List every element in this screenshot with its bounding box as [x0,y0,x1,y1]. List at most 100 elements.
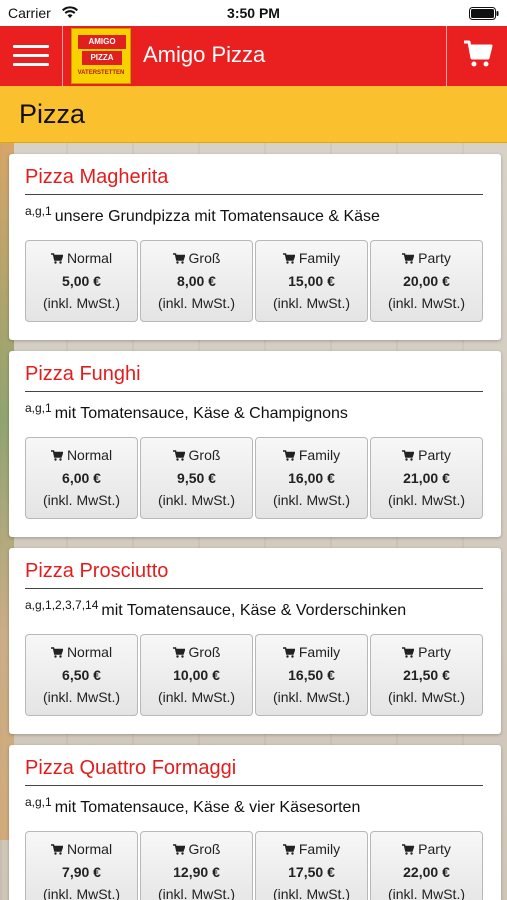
add-to-cart-button[interactable]: Family 17,50 € (inkl. MwSt.) [255,831,368,900]
tax-note: (inkl. MwSt.) [273,492,350,508]
shopping-cart-icon [172,647,185,658]
price-label: 21,00 € [403,470,450,486]
product-name: Pizza Quattro Formaggi [25,757,237,779]
app-title: Amigo Pizza [143,42,266,67]
price-label: 16,00 € [288,470,335,486]
shopping-cart-icon [282,253,295,264]
size-label: Family [298,250,341,266]
price-label: 12,90 € [173,864,220,880]
tax-note: (inkl. MwSt.) [158,689,235,705]
size-label: Groß [188,644,221,660]
size-label: Normal [66,644,113,660]
size-label: Party [418,250,451,266]
tax-note: (inkl. MwSt.) [43,689,120,705]
shopping-cart-icon [402,647,415,658]
description-text: mit Tomatensauce, Käse & Vorderschinken [101,602,407,619]
allergen-codes: a,g,1 [25,204,52,218]
divider [25,391,483,392]
price-label: 10,00 € [173,667,220,683]
shopping-cart-icon [282,647,295,658]
divider [25,588,483,589]
allergen-codes: a,g,1 [25,401,52,415]
tax-note: (inkl. MwSt.) [273,886,350,900]
price-label: 6,50 € [62,667,101,683]
price-options: Normal 6,50 € (inkl. MwSt.) Groß 10,00 €… [25,634,483,716]
add-to-cart-button[interactable]: Party 22,00 € (inkl. MwSt.) [370,831,483,900]
product-card: Pizza Quattro Formaggi a,g,1 mit Tomatens… [9,745,501,900]
tax-note: (inkl. MwSt.) [273,295,350,311]
size-label: Groß [188,447,221,463]
divider [25,785,483,786]
tax-note: (inkl. MwSt.) [273,689,350,705]
tax-note: (inkl. MwSt.) [43,295,120,311]
navigation-bar: AMIGO PIZZA VATERSTETTEN Amigo Pizza [0,26,507,86]
tax-note: (inkl. MwSt.) [388,689,465,705]
tax-note: (inkl. MwSt.) [158,295,235,311]
add-to-cart-button[interactable]: Groß 12,90 € (inkl. MwSt.) [140,831,253,900]
price-label: 5,00 € [62,273,101,289]
shopping-cart-icon [172,450,185,461]
shopping-cart-icon [172,844,185,855]
description-text: mit Tomatensauce, Käse & Champignons [54,405,348,422]
add-to-cart-button[interactable]: Family 15,00 € (inkl. MwSt.) [255,240,368,322]
section-title: Pizza [19,99,86,129]
price-label: 9,50 € [177,470,216,486]
battery-icon [469,7,499,20]
size-label: Normal [66,250,113,266]
cart-button[interactable] [447,26,507,86]
price-label: 22,00 € [403,864,450,880]
price-options: Normal 6,00 € (inkl. MwSt.) Groß 9,50 € … [25,437,483,519]
add-to-cart-button[interactable]: Groß 10,00 € (inkl. MwSt.) [140,634,253,716]
product-name: Pizza Magherita [25,166,169,188]
price-label: 6,00 € [62,470,101,486]
product-description: a,g,1 mit Tomatensauce, Käse & Champignon… [25,401,348,423]
price-label: 15,00 € [288,273,335,289]
add-to-cart-button[interactable]: Groß 9,50 € (inkl. MwSt.) [140,437,253,519]
price-options: Normal 5,00 € (inkl. MwSt.) Groß 8,00 € … [25,240,483,322]
add-to-cart-button[interactable]: Normal 5,00 € (inkl. MwSt.) [25,240,138,322]
allergen-codes: a,g,1 [25,795,52,809]
add-to-cart-button[interactable]: Party 21,00 € (inkl. MwSt.) [370,437,483,519]
clock: 3:50 PM [227,5,280,21]
add-to-cart-button[interactable]: Party 21,50 € (inkl. MwSt.) [370,634,483,716]
shopping-cart-icon [50,450,63,461]
divider [62,26,63,86]
allergen-codes: a,g,1,2,3,7,14 [25,598,99,612]
shopping-cart-icon [50,647,63,658]
add-to-cart-button[interactable]: Normal 7,90 € (inkl. MwSt.) [25,831,138,900]
price-label: 16,50 € [288,667,335,683]
add-to-cart-button[interactable]: Groß 8,00 € (inkl. MwSt.) [140,240,253,322]
tax-note: (inkl. MwSt.) [388,295,465,311]
shopping-cart-icon [282,450,295,461]
menu-button[interactable] [0,26,62,86]
size-label: Party [418,841,451,857]
shopping-cart-icon [50,253,63,264]
price-label: 20,00 € [403,273,450,289]
price-label: 17,50 € [288,864,335,880]
add-to-cart-button[interactable]: Normal 6,00 € (inkl. MwSt.) [25,437,138,519]
divider [25,194,483,195]
add-to-cart-button[interactable]: Party 20,00 € (inkl. MwSt.) [370,240,483,322]
price-label: 7,90 € [62,864,101,880]
add-to-cart-button[interactable]: Normal 6,50 € (inkl. MwSt.) [25,634,138,716]
size-label: Normal [66,841,113,857]
size-label: Family [298,841,341,857]
size-label: Normal [66,447,113,463]
description-text: mit Tomatensauce, Käse & vier Käsesorten [54,799,361,816]
price-options: Normal 7,90 € (inkl. MwSt.) Groß 12,90 €… [25,831,483,900]
size-label: Party [418,447,451,463]
price-label: 21,50 € [403,667,450,683]
shopping-cart-icon [402,844,415,855]
size-label: Groß [188,841,221,857]
tax-note: (inkl. MwSt.) [158,886,235,900]
add-to-cart-button[interactable]: Family 16,50 € (inkl. MwSt.) [255,634,368,716]
tax-note: (inkl. MwSt.) [43,886,120,900]
hamburger-menu-icon [13,45,49,48]
product-card: Pizza Magherita a,g,1 unsere Grundpizza m… [9,154,501,340]
tax-note: (inkl. MwSt.) [388,492,465,508]
price-label: 8,00 € [177,273,216,289]
description-text: unsere Grundpizza mit Tomatensauce & Käs… [54,208,380,225]
product-card: Pizza Funghi a,g,1 mit Tomatensauce, Käse… [9,351,501,537]
add-to-cart-button[interactable]: Family 16,00 € (inkl. MwSt.) [255,437,368,519]
section-header: Pizza [0,86,507,143]
